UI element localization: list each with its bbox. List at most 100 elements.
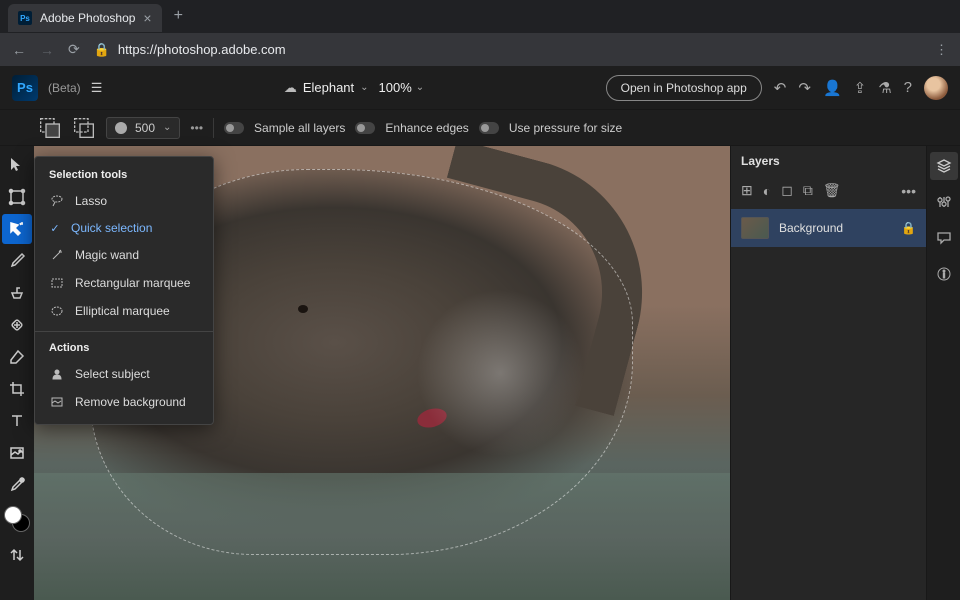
url-field[interactable]: 🔒 https://photoshop.adobe.com xyxy=(94,42,921,58)
document-name-dropdown[interactable]: ☁ Elephant ⌄ xyxy=(284,80,369,96)
invite-icon[interactable]: 👤 xyxy=(823,79,842,97)
zoom-value: 100% xyxy=(379,80,412,95)
reload-icon[interactable]: ⟳ xyxy=(68,41,80,58)
brush-size-dropdown[interactable]: 500 ⌄ xyxy=(106,117,180,139)
chevron-down-icon: ⌄ xyxy=(163,122,171,133)
rect-marquee-icon xyxy=(49,275,65,291)
zoom-dropdown[interactable]: 100% ⌄ xyxy=(379,80,425,95)
share-icon[interactable]: ⇪ xyxy=(854,79,867,97)
undo-icon[interactable]: ↶ xyxy=(774,79,787,97)
back-icon[interactable]: ← xyxy=(12,42,26,58)
flyout-separator xyxy=(35,331,213,332)
clone-stamp-tool[interactable] xyxy=(2,278,32,308)
flyout-item-lasso[interactable]: Lasso xyxy=(35,187,213,215)
tab-bar: Ps Adobe Photoshop × + xyxy=(0,0,960,32)
sample-all-layers-toggle[interactable] xyxy=(224,122,244,134)
add-adjustment-icon[interactable]: ◐ xyxy=(763,183,771,199)
flyout-label: Select subject xyxy=(75,367,150,381)
hamburger-menu-icon[interactable]: ☰ xyxy=(91,80,103,96)
layer-more-icon[interactable]: ••• xyxy=(901,183,916,199)
enhance-edges-toggle[interactable] xyxy=(355,122,375,134)
smart-object-icon[interactable]: ⧉ xyxy=(803,182,813,199)
flyout-item-rect-marquee[interactable]: Rectangular marquee xyxy=(35,269,213,297)
flyout-label: Rectangular marquee xyxy=(75,276,190,290)
enhance-edges-label: Enhance edges xyxy=(385,121,468,135)
flyout-item-quick-selection[interactable]: ✓ Quick selection xyxy=(35,215,213,241)
new-tab-button[interactable]: + xyxy=(166,3,191,29)
layers-rail-icon[interactable] xyxy=(930,152,958,180)
select-subject-icon xyxy=(49,366,65,382)
add-layer-icon[interactable]: ⊞ xyxy=(741,182,753,199)
remove-bg-icon xyxy=(49,394,65,410)
flyout-label: Elliptical marquee xyxy=(75,304,170,318)
spot-heal-tool[interactable] xyxy=(2,310,32,340)
selection-tool-flyout: Selection tools Lasso ✓ Quick selection … xyxy=(34,156,214,425)
type-tool[interactable] xyxy=(2,406,32,436)
divider xyxy=(213,118,214,138)
color-swatches[interactable] xyxy=(4,506,30,532)
beta-label: (Beta) xyxy=(48,81,81,95)
comments-rail-icon[interactable] xyxy=(930,224,958,252)
layer-name-label: Background xyxy=(779,221,891,235)
place-image-tool[interactable] xyxy=(2,438,32,468)
eraser-tool[interactable] xyxy=(2,342,32,372)
checkmark-icon: ✓ xyxy=(49,222,61,235)
favicon-ps-icon: Ps xyxy=(18,11,32,25)
forward-icon[interactable]: → xyxy=(40,42,54,58)
properties-rail-icon[interactable] xyxy=(930,188,958,216)
right-rail xyxy=(926,146,960,600)
flyout-section-tools: Selection tools xyxy=(35,165,213,187)
beaker-icon[interactable]: ⚗ xyxy=(878,79,891,97)
pressure-size-toggle[interactable] xyxy=(479,122,499,134)
browser-tab[interactable]: Ps Adobe Photoshop × xyxy=(8,4,162,32)
chevron-down-icon: ⌄ xyxy=(360,82,368,93)
redo-icon[interactable]: ↷ xyxy=(798,79,811,97)
flyout-item-magic-wand[interactable]: Magic wand xyxy=(35,241,213,269)
ellipse-marquee-icon xyxy=(49,303,65,319)
crop-tool[interactable] xyxy=(2,374,32,404)
main-workspace: Layers ⊞ ◐ ◻ ⧉ 🗑 ••• Background 🔒 xyxy=(0,146,960,600)
cloud-icon: ☁ xyxy=(284,80,297,96)
flyout-label: Quick selection xyxy=(71,221,152,235)
subtract-selection-icon[interactable] xyxy=(72,116,96,140)
swap-colors-tool[interactable] xyxy=(2,540,32,570)
transform-tool[interactable] xyxy=(2,182,32,212)
quick-selection-tool[interactable] xyxy=(2,214,32,244)
ps-logo-icon[interactable]: Ps xyxy=(12,75,38,101)
help-icon[interactable]: ? xyxy=(904,79,912,96)
open-in-app-button[interactable]: Open in Photoshop app xyxy=(606,75,762,101)
document-name-label: Elephant xyxy=(303,80,354,95)
water-splash xyxy=(396,282,605,464)
lock-icon[interactable]: 🔒 xyxy=(901,221,916,235)
delete-layer-icon[interactable]: 🗑 xyxy=(823,182,841,199)
add-mask-icon[interactable]: ◻ xyxy=(781,182,793,199)
brush-size-value: 500 xyxy=(135,121,155,135)
browser-menu-icon[interactable]: ⋮ xyxy=(935,42,948,58)
foreground-color-swatch[interactable] xyxy=(4,506,22,524)
flyout-item-remove-bg[interactable]: Remove background xyxy=(35,388,213,416)
user-avatar[interactable] xyxy=(924,76,948,100)
move-tool[interactable] xyxy=(2,150,32,180)
layer-thumbnail xyxy=(741,217,769,239)
eyedropper-tool[interactable] xyxy=(2,470,32,500)
layer-actions: ⊞ ◐ ◻ ⧉ 🗑 ••• xyxy=(731,176,926,209)
flyout-item-select-subject[interactable]: Select subject xyxy=(35,360,213,388)
more-options-icon[interactable]: ••• xyxy=(190,121,203,135)
pressure-size-label: Use pressure for size xyxy=(509,121,622,135)
url-text: https://photoshop.adobe.com xyxy=(118,42,286,57)
tab-title: Adobe Photoshop xyxy=(40,11,135,25)
layer-row-background[interactable]: Background 🔒 xyxy=(731,209,926,247)
app-header: Ps (Beta) ☰ ☁ Elephant ⌄ 100% ⌄ Open in … xyxy=(0,66,960,110)
flyout-section-actions: Actions xyxy=(35,338,213,360)
new-selection-icon[interactable] xyxy=(38,116,62,140)
flyout-label: Magic wand xyxy=(75,248,139,262)
lock-icon: 🔒 xyxy=(94,42,110,58)
flyout-label: Remove background xyxy=(75,395,186,409)
close-tab-icon[interactable]: × xyxy=(143,10,151,26)
brush-tool[interactable] xyxy=(2,246,32,276)
lasso-icon xyxy=(49,193,65,209)
magic-wand-icon xyxy=(49,247,65,263)
sample-all-label: Sample all layers xyxy=(254,121,345,135)
info-rail-icon[interactable] xyxy=(930,260,958,288)
flyout-item-ellip-marquee[interactable]: Elliptical marquee xyxy=(35,297,213,325)
